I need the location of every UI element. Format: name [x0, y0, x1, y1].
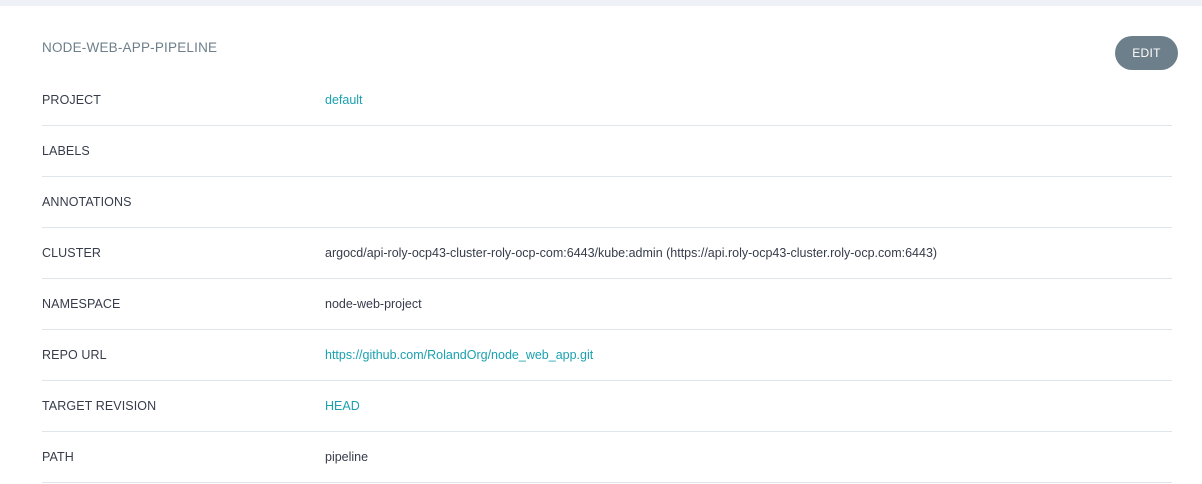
- summary-rows: PROJECT default LABELS ANNOTATIONS CLUST…: [42, 75, 1172, 483]
- row-target-revision: TARGET REVISION HEAD: [42, 381, 1172, 432]
- row-label-project: PROJECT: [42, 93, 102, 107]
- row-label-cluster: CLUSTER: [42, 246, 102, 260]
- row-path: PATH pipeline: [42, 432, 1172, 483]
- row-label-path: PATH: [42, 450, 74, 464]
- row-label-annotations: ANNOTATIONS: [42, 195, 132, 209]
- panel-title: NODE-WEB-APP-PIPELINE: [42, 40, 218, 55]
- row-label-namespace: NAMESPACE: [42, 297, 121, 311]
- row-cluster: CLUSTER argocd/api-roly-ocp43-cluster-ro…: [42, 228, 1172, 279]
- application-summary-panel: NODE-WEB-APP-PIPELINE EDIT PROJECT defau…: [0, 6, 1202, 484]
- cluster-value: argocd/api-roly-ocp43-cluster-roly-ocp-c…: [325, 246, 938, 260]
- row-label-repo-url: REPO URL: [42, 348, 107, 362]
- row-labels: LABELS: [42, 126, 1172, 177]
- row-label-labels: LABELS: [42, 144, 90, 158]
- project-link[interactable]: default: [325, 93, 363, 107]
- repo-url-link[interactable]: https://github.com/RolandOrg/node_web_ap…: [325, 348, 593, 362]
- path-value: pipeline: [325, 450, 369, 464]
- row-label-target-revision: TARGET REVISION: [42, 399, 157, 413]
- namespace-value: node-web-project: [325, 297, 422, 311]
- row-project: PROJECT default: [42, 75, 1172, 126]
- edit-button[interactable]: EDIT: [1115, 36, 1178, 70]
- row-namespace: NAMESPACE node-web-project: [42, 279, 1172, 330]
- row-annotations: ANNOTATIONS: [42, 177, 1172, 228]
- target-revision-link[interactable]: HEAD: [325, 399, 360, 413]
- row-repo-url: REPO URL https://github.com/RolandOrg/no…: [42, 330, 1172, 381]
